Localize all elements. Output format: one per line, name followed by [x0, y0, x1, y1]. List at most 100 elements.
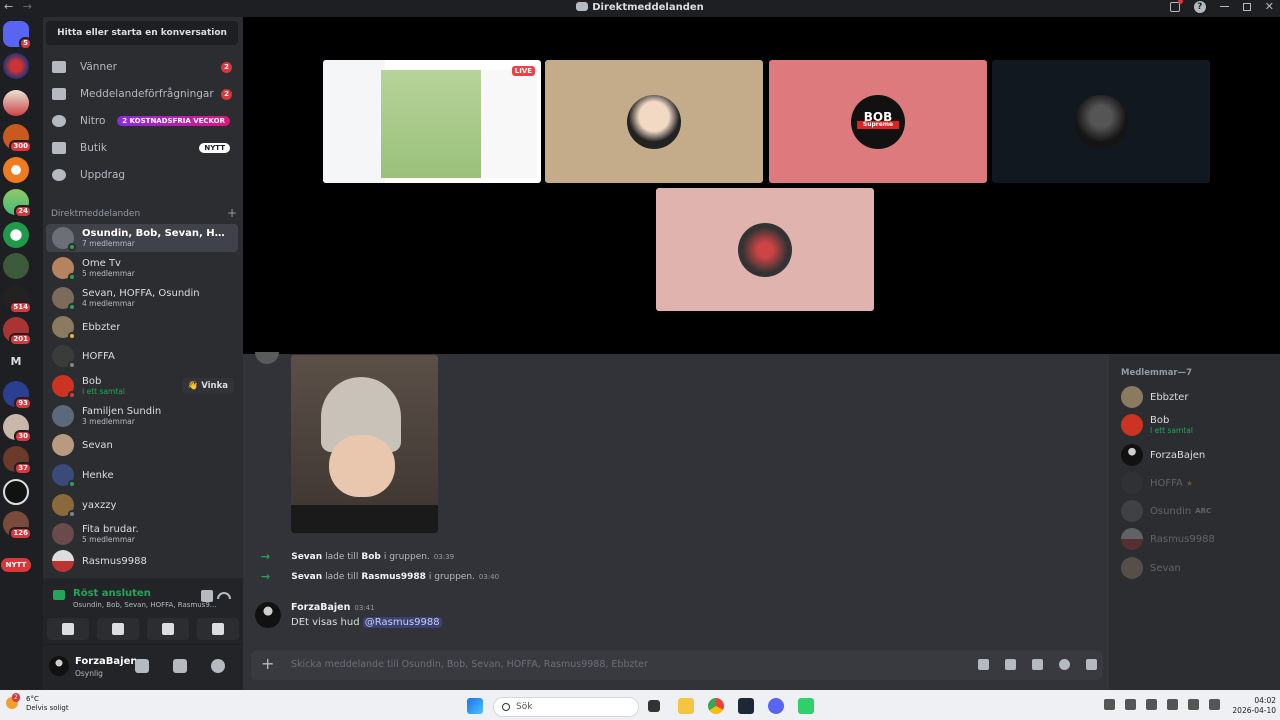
author-name[interactable]: ForzaBajen — [291, 602, 350, 613]
server-icon[interactable] — [3, 479, 29, 505]
nav-friends[interactable]: Vänner 2 — [46, 55, 238, 79]
participant-tile[interactable] — [545, 60, 763, 183]
composer-placeholder[interactable]: Skicka meddelande till Osundin, Bob, Sev… — [291, 659, 648, 670]
target-name[interactable]: Bob — [361, 552, 381, 562]
discord-taskbar-icon[interactable] — [768, 698, 784, 714]
close-icon[interactable]: ✕ — [1265, 0, 1274, 13]
nav-shop[interactable]: Butik NYTT — [46, 136, 238, 160]
dm-item[interactable]: Sevan — [46, 431, 238, 459]
app-icon[interactable] — [798, 698, 814, 714]
server-icon[interactable] — [3, 90, 29, 116]
system-message: → Sevan lade till Bob i gruppen. 03:39 — [261, 550, 454, 563]
soundboard-button[interactable] — [197, 618, 239, 640]
message-avatar[interactable] — [255, 602, 281, 628]
chevron-up-icon[interactable] — [1104, 699, 1115, 710]
screen-share-tile[interactable]: LIVE — [323, 60, 541, 183]
windows-start-icon[interactable] — [467, 698, 483, 714]
microphone-tray-icon[interactable] — [1146, 699, 1157, 710]
minimize-icon[interactable] — [1219, 6, 1229, 7]
image-attachment[interactable] — [291, 355, 438, 533]
settings-gear-icon[interactable] — [211, 659, 225, 673]
server-icon[interactable]: 514 — [3, 285, 32, 314]
actor-name[interactable]: Sevan — [291, 572, 322, 582]
member-item[interactable]: Osundin ARC — [1121, 500, 1271, 522]
dm-item[interactable]: Henke — [46, 461, 238, 489]
participant-tile[interactable] — [992, 60, 1210, 183]
headphones-icon[interactable] — [173, 659, 187, 673]
server-icon[interactable] — [3, 157, 29, 183]
nav-nitro[interactable]: Nitro 2 KOSTNADSFRIA VECKOR — [46, 109, 238, 133]
user-mention[interactable]: @Rasmus9988 — [362, 617, 442, 628]
member-item[interactable]: Sevan — [1121, 557, 1271, 579]
task-view-icon[interactable] — [648, 700, 660, 712]
member-item[interactable]: Rasmus9988 — [1121, 528, 1271, 550]
nav-message-requests[interactable]: Meddelandeförfrågningar 2 — [46, 82, 238, 106]
server-icon[interactable]: M — [3, 349, 29, 375]
dm-item[interactable]: Sevan, HOFFA, Osundin 4 medlemmar — [46, 284, 238, 312]
member-name: Sevan — [1150, 562, 1181, 574]
help-icon[interactable]: ? — [1193, 0, 1206, 13]
file-explorer-icon[interactable] — [678, 698, 694, 714]
activities-button[interactable] — [147, 618, 189, 640]
add-dm-icon[interactable]: + — [227, 207, 237, 219]
wave-button[interactable]: 👋 Vinka — [181, 378, 234, 394]
apps-icon[interactable] — [1086, 659, 1097, 670]
server-icon[interactable]: 24 — [3, 189, 32, 218]
screen-share-button[interactable] — [97, 618, 139, 640]
dm-item[interactable]: HOFFA — [46, 342, 238, 370]
noise-suppression-icon[interactable] — [201, 590, 213, 602]
server-icon[interactable] — [3, 53, 29, 79]
gift-icon[interactable] — [978, 659, 989, 670]
target-name[interactable]: Rasmus9988 — [361, 572, 426, 582]
participant-tile[interactable] — [656, 188, 874, 311]
clock[interactable]: 04:02 2026-04-10 — [1232, 696, 1276, 716]
server-icon[interactable]: 93 — [3, 381, 32, 410]
chrome-icon[interactable] — [708, 698, 724, 714]
server-icon[interactable]: 126 — [3, 511, 32, 540]
disconnect-icon[interactable] — [217, 592, 231, 599]
phone-link-icon[interactable] — [1167, 699, 1178, 710]
attach-plus-icon[interactable]: + — [261, 656, 274, 672]
maximize-icon[interactable] — [1242, 2, 1251, 11]
find-conversation-button[interactable]: Hitta eller starta en konversation — [46, 21, 238, 45]
dm-item[interactable]: Fita brudar. 5 medlemmar — [46, 520, 238, 548]
inbox-icon[interactable] — [1169, 0, 1183, 12]
member-item[interactable]: HOFFA ★ — [1121, 472, 1271, 494]
volume-icon[interactable] — [1209, 699, 1220, 710]
dm-item[interactable]: Ome Tv 5 medlemmar — [46, 254, 238, 282]
discord-home-icon[interactable]: 5 — [3, 21, 32, 50]
camera-off-button[interactable] — [47, 618, 89, 640]
network-icon[interactable] — [1188, 699, 1199, 710]
taskbar-search[interactable]: Sök — [493, 697, 639, 717]
emoji-icon[interactable] — [1059, 659, 1070, 670]
new-servers-badge[interactable]: NYTT — [1, 558, 31, 572]
nav-quests[interactable]: Uppdrag — [46, 163, 238, 187]
server-icon[interactable]: 201 — [3, 317, 32, 346]
voice-status[interactable]: Röst ansluten — [73, 588, 151, 599]
security-icon[interactable] — [1125, 699, 1136, 710]
message-composer[interactable]: + Skicka meddelande till Osundin, Bob, S… — [251, 650, 1103, 680]
user-name[interactable]: ForzaBajen — [75, 656, 138, 667]
dm-item[interactable]: Rasmus9988 — [46, 550, 238, 572]
gif-icon[interactable] — [1005, 659, 1016, 670]
user-avatar[interactable] — [49, 656, 69, 676]
participant-tile[interactable]: BOB Supreme — [769, 60, 987, 183]
server-icon[interactable]: 30 — [3, 414, 32, 443]
dm-item[interactable]: Ebbzter — [46, 313, 238, 341]
dm-item[interactable]: yaxzzy — [46, 491, 238, 519]
sticker-icon[interactable] — [1032, 659, 1043, 670]
microphone-icon[interactable] — [135, 659, 149, 673]
server-icon[interactable] — [3, 222, 29, 248]
member-item[interactable]: Ebbzter — [1121, 386, 1271, 408]
member-item[interactable]: ForzaBajen — [1121, 444, 1271, 466]
member-item[interactable]: Bob I ett samtal — [1121, 414, 1271, 436]
server-icon[interactable]: 300 — [3, 124, 32, 153]
weather-widget[interactable]: 2 6°C Delvis soligt — [6, 693, 69, 713]
actor-name[interactable]: Sevan — [291, 552, 322, 562]
dm-item[interactable]: Osundin, Bob, Sevan, HOFFA, R...7 medlem… — [46, 224, 238, 252]
server-icon[interactable]: 37 — [3, 446, 32, 475]
dm-item[interactable]: Familjen Sundin 3 medlemmar — [46, 402, 238, 430]
server-icon[interactable] — [3, 253, 29, 279]
dm-item[interactable]: Bob I ett samtal 👋 Vinka — [46, 372, 238, 400]
steam-icon[interactable] — [738, 698, 754, 714]
